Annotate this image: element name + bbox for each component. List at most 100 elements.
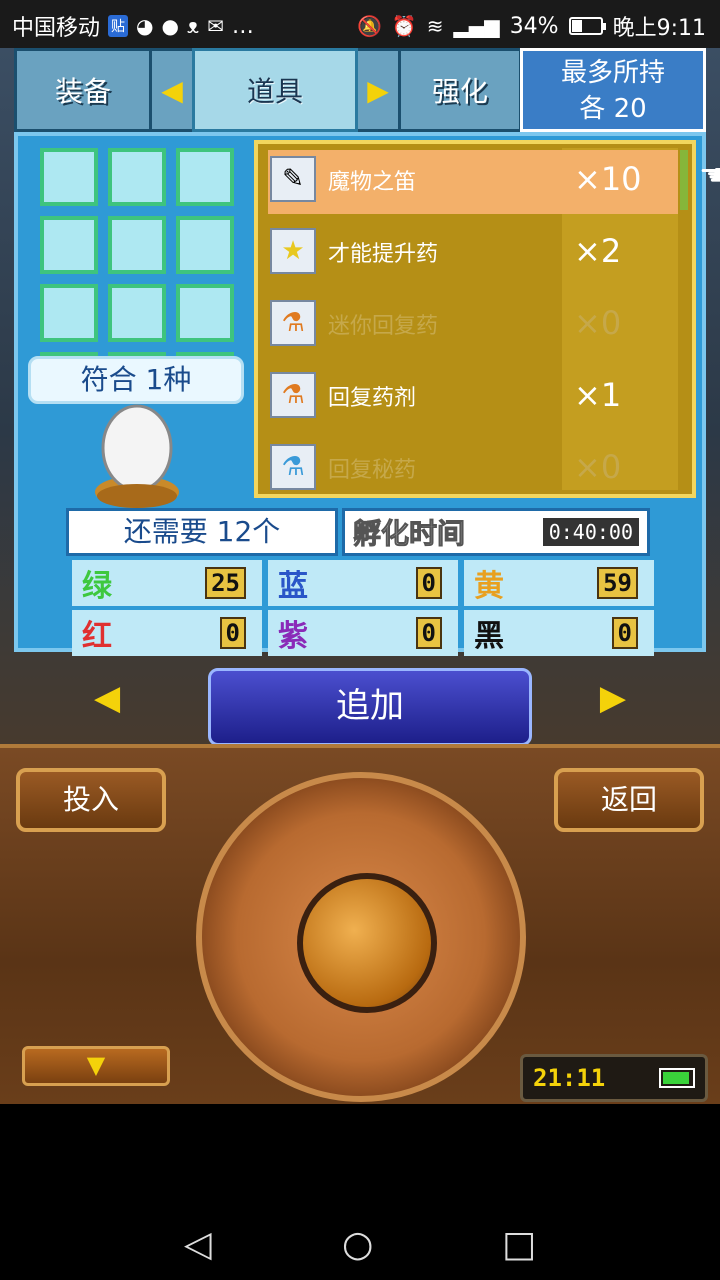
tieba-icon: ✉ (207, 14, 224, 38)
color-label: 蓝 (278, 569, 308, 604)
slot-grid (40, 148, 234, 374)
down-arrow-icon[interactable]: ▼ (22, 1046, 170, 1086)
status-left: 中国移动 贴 ◕ ● ᴥ ✉ … (12, 10, 254, 42)
more-notifications: … (231, 13, 254, 39)
tab-equip-label: 装备 (54, 75, 111, 108)
status-right: 🔕 ⏰ ≋ ▂▄▆ 34% 晚上9:11 (357, 10, 706, 42)
signal-icon: ▂▄▆ (453, 14, 500, 38)
tab-prev-arrow-icon[interactable]: ◀ (152, 48, 192, 132)
egg-in-nest-icon (92, 400, 182, 510)
item-qty: ×10 (574, 160, 642, 198)
tab-equip[interactable]: 装备 (14, 48, 152, 132)
potion-icon: ⚗ (270, 372, 316, 418)
item-qty: ×0 (574, 304, 622, 342)
home-nav-icon[interactable]: ○ (342, 1224, 373, 1265)
screen: 中国移动 贴 ◕ ● ᴥ ✉ … 🔕 ⏰ ≋ ▂▄▆ 34% 晚上9:11 装备… (0, 0, 720, 1280)
color-stat-yellow: 黄 59 (464, 560, 654, 606)
max-hold-value: 各 20 (579, 94, 647, 124)
color-value: 0 (415, 617, 442, 649)
slot-cell[interactable] (176, 216, 234, 274)
tab-enhance-label: 强化 (431, 75, 488, 108)
color-value: 0 (219, 617, 246, 649)
item-qty: ×2 (574, 232, 622, 270)
tab-enhance[interactable]: 强化 (398, 48, 522, 132)
color-stat-green: 绿 25 (72, 560, 262, 606)
item-name: 才能提升药 (328, 242, 439, 267)
item-name: 迷你回复药 (328, 314, 439, 339)
back-nav-icon[interactable]: ◁ (184, 1224, 212, 1265)
status-bar: 中国移动 贴 ◕ ● ᴥ ✉ … 🔕 ⏰ ≋ ▂▄▆ 34% 晚上9:11 (0, 0, 720, 48)
prev-arrow-icon[interactable]: ◀ (94, 678, 120, 718)
potion-small-icon: ⚗ (270, 300, 316, 346)
insert-button[interactable]: 投入 (16, 768, 166, 832)
item-name: 回复药剂 (328, 386, 417, 411)
color-label: 黑 (474, 619, 504, 654)
color-value: 0 (611, 617, 638, 649)
slot-cell[interactable] (40, 216, 98, 274)
need-bar: 还需要 12个 孵化时间 0:40:00 (66, 508, 656, 560)
item-name: 魔物之笛 (328, 170, 417, 195)
max-hold-box: 最多所持 各 20 (520, 48, 706, 132)
recents-nav-icon[interactable]: □ (502, 1224, 536, 1265)
slot-cell[interactable] (176, 284, 234, 342)
dpad-center-button[interactable] (297, 873, 437, 1013)
hatch-time-box: 孵化时间 0:40:00 (342, 508, 650, 556)
color-value: 25 (205, 567, 246, 599)
wifi-icon: ≋ (426, 14, 444, 38)
dpad[interactable] (196, 772, 526, 1102)
potion-blue-icon: ⚗ (270, 444, 316, 490)
color-stats: 绿 25 蓝 0 黄 59 红 0 紫 0 黑 0 (72, 560, 654, 656)
flute-icon: ✎ (270, 156, 316, 202)
game-clock-time: 21:11 (533, 1064, 606, 1092)
item-name: 回复秘药 (328, 458, 417, 483)
alarm-icon: ⏰ (391, 14, 417, 38)
color-value: 0 (415, 567, 442, 599)
hand-pointer-icon: ☚ (699, 158, 720, 193)
star-icon: ★ (270, 228, 316, 274)
color-stat-red: 红 0 (72, 610, 262, 656)
back-button[interactable]: 返回 (554, 768, 704, 832)
color-stat-blue: 蓝 0 (268, 560, 458, 606)
color-label: 红 (82, 619, 112, 654)
carrier-label: 中国移动 (12, 16, 101, 41)
slot-cell[interactable] (108, 216, 166, 274)
color-stat-black: 黑 0 (464, 610, 654, 656)
alipay-icon: ᴥ (186, 13, 200, 38)
wechat-icon: ◕ (136, 14, 154, 38)
slot-cell[interactable] (40, 148, 98, 206)
tieba-badge-icon: 贴 (108, 15, 129, 37)
color-stat-purple: 紫 0 (268, 610, 458, 656)
tab-items[interactable]: 道具 (192, 48, 358, 132)
color-label: 绿 (82, 569, 112, 604)
color-value: 59 (597, 567, 638, 599)
game-clock: 21:11 (520, 1054, 708, 1102)
list-item[interactable]: ⚗ 回复秘药 ×0 (268, 438, 678, 502)
battery-icon (568, 17, 606, 35)
item-qty: ×0 (574, 448, 622, 486)
list-item[interactable]: ⚗ 迷你回复药 ×0 (268, 294, 678, 358)
match-count-label: 符合 1种 (28, 356, 244, 404)
need-count: 还需要 12个 (66, 508, 338, 556)
list-item[interactable]: ★ 才能提升药 ×2 (268, 222, 678, 286)
color-label: 紫 (278, 619, 308, 654)
game-battery-icon (659, 1068, 695, 1088)
add-button[interactable]: 追加 (208, 668, 532, 744)
list-item[interactable]: ⚗ 回复药剂 ×1 (268, 366, 678, 430)
hatch-time-label: 孵化时间 (352, 517, 466, 551)
slot-cell[interactable] (176, 148, 234, 206)
item-list: ✎ 魔物之笛 ×10 ★ 才能提升药 ×2 ⚗ 迷你回复药 ×0 ⚗ 回复药剂 (254, 140, 720, 498)
item-panel: 符合 1种 ✎ 魔物之笛 ×10 ★ 才能提升药 ×2 ⚗ 迷你回复药 ×0 ⚗… (14, 132, 720, 656)
tab-next-arrow-icon[interactable]: ▶ (358, 48, 398, 132)
chat-bubble-icon: ● (161, 14, 179, 38)
hatch-time-value: 0:40:00 (542, 518, 639, 546)
list-item[interactable]: ✎ 魔物之笛 ×10 (268, 150, 678, 214)
next-arrow-icon[interactable]: ▶ (600, 678, 626, 718)
scrollbar[interactable] (680, 150, 688, 210)
item-qty: ×1 (574, 376, 622, 414)
slot-cell[interactable] (108, 148, 166, 206)
mute-icon: 🔕 (356, 14, 382, 38)
color-label: 黄 (474, 569, 504, 604)
slot-cell[interactable] (108, 284, 166, 342)
control-console: 投入 返回 ▼ 21:11 (0, 744, 720, 1104)
slot-cell[interactable] (40, 284, 98, 342)
